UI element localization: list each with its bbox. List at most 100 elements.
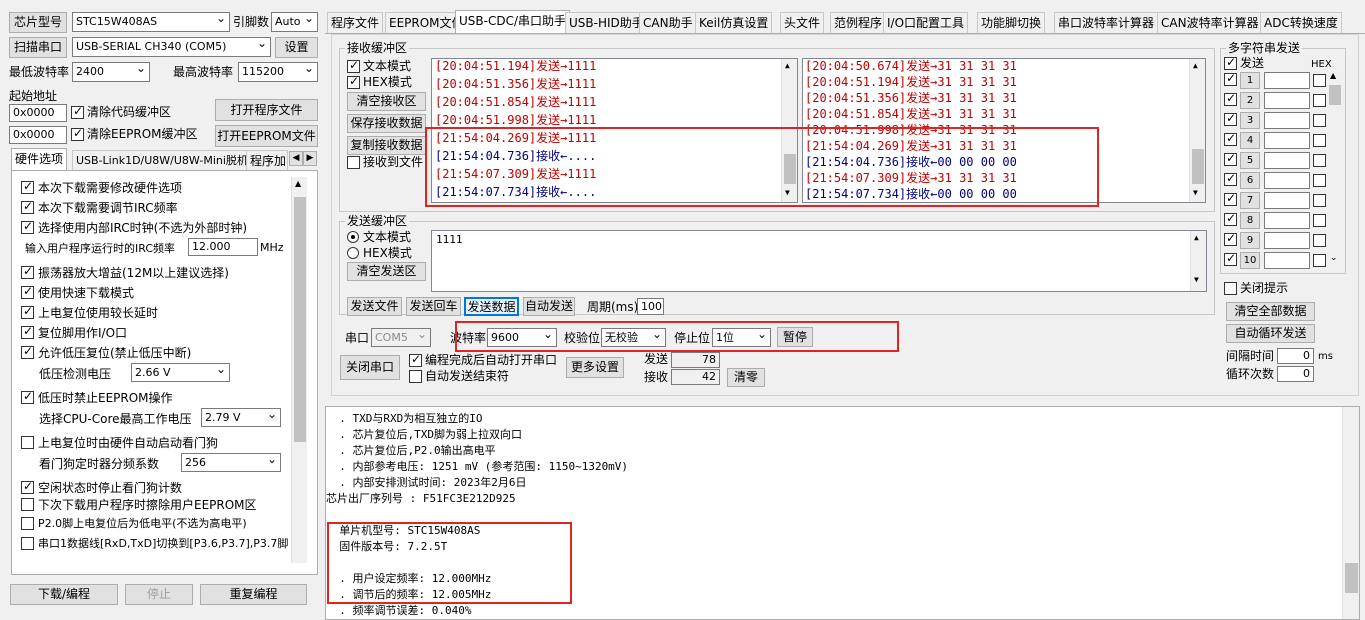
- send-data-button[interactable]: 发送数据: [464, 297, 519, 316]
- hw-option-checkbox[interactable]: [21, 264, 34, 279]
- multi-row-send-button[interactable]: 10: [1240, 252, 1260, 269]
- hw-option-checkbox[interactable]: [21, 537, 34, 550]
- multi-row-input[interactable]: [1264, 192, 1310, 209]
- lvd-voltage-select[interactable]: 2.66 V: [131, 363, 230, 382]
- auto-open-checkbox[interactable]: [409, 352, 422, 367]
- multi-row-input[interactable]: [1264, 152, 1310, 169]
- multi-row-input[interactable]: [1264, 72, 1310, 89]
- hw-option-checkbox[interactable]: [21, 498, 34, 511]
- multi-row-input[interactable]: [1264, 132, 1310, 149]
- tab-main-11[interactable]: CAN波特率计算器: [1157, 12, 1263, 33]
- close-port-button[interactable]: 关闭串口: [340, 355, 400, 380]
- hw-option-checkbox[interactable]: [21, 199, 34, 214]
- multi-row-hex-checkbox[interactable]: [1313, 114, 1326, 127]
- interval-input[interactable]: 0: [1277, 348, 1314, 364]
- multi-row-checkbox[interactable]: [1224, 251, 1237, 266]
- multi-row-checkbox[interactable]: [1224, 71, 1237, 86]
- multi-scroll-thumb[interactable]: [1329, 85, 1341, 105]
- recv-text-mode-checkbox[interactable]: [347, 58, 360, 73]
- port-select-main[interactable]: COM5: [371, 328, 431, 347]
- tab-main-12[interactable]: ADC转换速度: [1260, 12, 1342, 33]
- multi-row-hex-checkbox[interactable]: [1313, 154, 1326, 167]
- multi-row-checkbox[interactable]: [1224, 191, 1237, 206]
- output-scroll-thumb[interactable]: [1345, 563, 1358, 593]
- stop-button[interactable]: 停止: [125, 584, 193, 605]
- multi-row-hex-checkbox[interactable]: [1313, 214, 1326, 227]
- multi-row-hex-checkbox[interactable]: [1313, 74, 1326, 87]
- multi-row-input[interactable]: [1264, 232, 1310, 249]
- multi-row-send-button[interactable]: 3: [1240, 112, 1260, 129]
- send-scroll-up-icon[interactable]: ▲: [1194, 233, 1199, 242]
- multi-row-checkbox[interactable]: [1224, 171, 1237, 186]
- save-receive-button[interactable]: 保存接收数据: [347, 114, 426, 133]
- recv-hex-scroll-up-icon[interactable]: ▲: [1193, 61, 1198, 70]
- multi-row-hex-checkbox[interactable]: [1313, 174, 1326, 187]
- hw-option-checkbox[interactable]: [21, 479, 34, 494]
- multi-row-hex-checkbox[interactable]: [1313, 194, 1326, 207]
- multi-row-send-button[interactable]: 2: [1240, 92, 1260, 109]
- hw-option-checkbox[interactable]: [21, 219, 34, 234]
- send-text-area[interactable]: 1111 ▲ ▼: [431, 230, 1207, 292]
- tab-hardware-options[interactable]: 硬件选项: [11, 148, 68, 170]
- multi-row-input[interactable]: [1264, 92, 1310, 109]
- recv-hex-mode-checkbox[interactable]: [347, 74, 360, 89]
- hw-scroll-thumb[interactable]: [294, 197, 306, 442]
- clear-eeprom-checkbox[interactable]: [71, 126, 84, 141]
- send-hex-mode-radio[interactable]: [347, 247, 359, 259]
- tab-main-5[interactable]: Keil仿真设置: [695, 12, 773, 33]
- hw-option-checkbox[interactable]: [21, 389, 34, 404]
- settings-button[interactable]: 设置: [275, 37, 318, 58]
- tab-main-6[interactable]: 头文件: [780, 12, 825, 33]
- tab-main-10[interactable]: 串口波特率计算器: [1054, 12, 1159, 33]
- tab-main-8[interactable]: I/O口配置工具: [883, 12, 969, 33]
- multi-send-all-checkbox[interactable]: [1224, 55, 1237, 70]
- multi-row-checkbox[interactable]: [1224, 131, 1237, 146]
- clear-count-button[interactable]: 清零: [727, 368, 765, 387]
- clear-all-data-button[interactable]: 清空全部数据: [1226, 302, 1315, 321]
- wdt-divider-select[interactable]: 256: [181, 453, 281, 472]
- multi-row-input[interactable]: [1264, 112, 1310, 129]
- hw-option-checkbox[interactable]: [21, 179, 34, 194]
- receive-to-file-checkbox[interactable]: [347, 156, 360, 169]
- recv-hex-scroll-down-icon[interactable]: ▼: [1193, 188, 1198, 197]
- hw-option-checkbox[interactable]: [21, 344, 34, 359]
- multi-row-send-button[interactable]: 9: [1240, 232, 1260, 249]
- multi-scrollbar[interactable]: ▲ ⌄: [1328, 71, 1342, 267]
- send-scroll-down-icon[interactable]: ▼: [1194, 275, 1199, 284]
- tab-main-4[interactable]: CAN助手: [639, 12, 697, 33]
- auto-loop-send-button[interactable]: 自动循环发送: [1226, 324, 1315, 343]
- recv-hex-scrollbar[interactable]: ▲ ▼: [1189, 59, 1205, 202]
- hw-scroll-up-icon[interactable]: ▲: [295, 179, 301, 188]
- multi-row-input[interactable]: [1264, 172, 1310, 189]
- output-scrollbar[interactable]: [1342, 407, 1359, 619]
- multi-row-send-button[interactable]: 7: [1240, 192, 1260, 209]
- send-text-mode-radio[interactable]: [347, 231, 359, 243]
- copy-receive-button[interactable]: 复制接收数据: [347, 136, 426, 155]
- multi-row-send-button[interactable]: 5: [1240, 152, 1260, 169]
- scan-port-button[interactable]: 扫描串口: [9, 37, 67, 58]
- period-input[interactable]: 100: [637, 298, 664, 315]
- min-baud-select[interactable]: 2400: [72, 62, 150, 82]
- multi-row-checkbox[interactable]: [1224, 111, 1237, 126]
- hw-option-checkbox[interactable]: [21, 304, 34, 319]
- multi-row-send-button[interactable]: 4: [1240, 132, 1260, 149]
- pin-count-select[interactable]: Auto: [271, 12, 318, 32]
- tab-main-0[interactable]: 程序文件: [327, 12, 384, 33]
- hw-option-checkbox[interactable]: [21, 284, 34, 299]
- multi-scroll-up-icon[interactable]: ▲: [1330, 71, 1336, 80]
- more-settings-button[interactable]: 更多设置: [566, 357, 624, 378]
- multi-scroll-down-icon[interactable]: ⌄: [1330, 253, 1338, 263]
- close-hint-checkbox[interactable]: [1224, 282, 1237, 295]
- multi-row-send-button[interactable]: 6: [1240, 172, 1260, 189]
- max-baud-select[interactable]: 115200: [238, 62, 318, 82]
- tab-main-7[interactable]: 范例程序: [830, 12, 887, 33]
- tab-usb-link[interactable]: USB-Link1D/U8W/U8W-Mini脱机: [72, 150, 252, 170]
- tab-scroll-right-button[interactable]: ▶: [303, 151, 317, 166]
- eeprom-address-input[interactable]: 0x0000: [9, 126, 67, 144]
- auto-end-checkbox[interactable]: [409, 370, 422, 383]
- multi-row-hex-checkbox[interactable]: [1313, 234, 1326, 247]
- clear-code-checkbox[interactable]: [71, 104, 84, 119]
- code-address-input[interactable]: 0x0000: [9, 104, 67, 122]
- download-button[interactable]: 下载/编程: [10, 584, 118, 605]
- multi-row-send-button[interactable]: 8: [1240, 212, 1260, 229]
